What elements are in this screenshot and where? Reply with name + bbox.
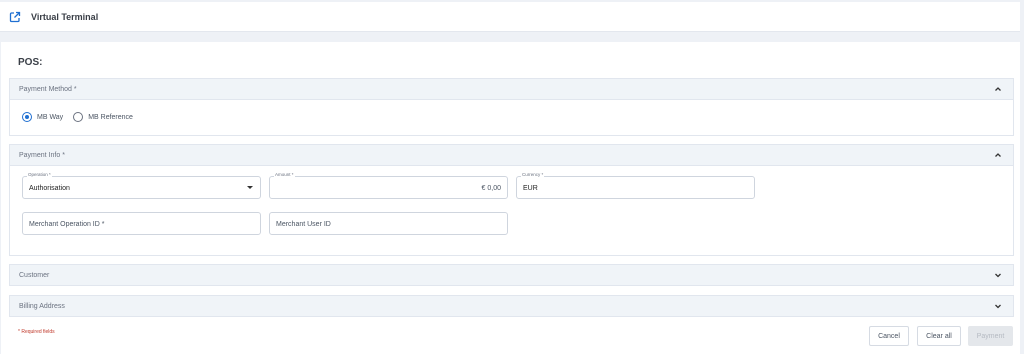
customer-label: Customer (19, 271, 50, 279)
amount-label: Amount * (274, 172, 295, 177)
radio-selected-icon[interactable] (22, 112, 32, 122)
radio-unselected-icon[interactable] (73, 112, 84, 122)
cancel-button[interactable]: Cancel (869, 326, 909, 346)
customer-header[interactable]: Customer (10, 265, 1013, 285)
amount-input[interactable]: Amount * € 0,00 (269, 172, 508, 199)
payment-info-section: Payment Info * Operation * Authorisation… (9, 144, 1014, 256)
billing-address-header[interactable]: Billing Address (10, 296, 1013, 316)
radio-mb-way[interactable]: MB Way (22, 112, 63, 122)
top-bar: Virtual Terminal (0, 2, 1020, 32)
billing-address-label: Billing Address (19, 302, 65, 310)
operation-value: Authorisation (29, 185, 70, 192)
operation-select[interactable]: Operation * Authorisation (22, 172, 261, 199)
payment-info-header[interactable]: Payment Info * (10, 145, 1013, 166)
clear-all-button[interactable]: Clear all (917, 326, 961, 346)
chevron-up-icon[interactable] (993, 84, 1003, 94)
required-fields-note: * Required fields (18, 329, 55, 335)
payment-method-section: Payment Method * MB Way MB Reference (9, 78, 1014, 136)
customer-section[interactable]: Customer (9, 264, 1014, 286)
dropdown-caret-icon[interactable] (247, 186, 253, 189)
pos-title: POS: (18, 57, 43, 68)
payment-method-header[interactable]: Payment Method * (10, 79, 1013, 100)
operation-label: Operation * (27, 172, 52, 177)
payment-method-options: MB Way MB Reference (10, 100, 1013, 134)
currency-label: Currency * (521, 172, 545, 177)
payment-button[interactable]: Payment (968, 326, 1013, 346)
amount-value: € 0,00 (481, 185, 501, 192)
merchant-user-id-input[interactable]: Merchant User ID (269, 212, 508, 235)
payment-method-label: Payment Method * (19, 85, 77, 93)
radio-mb-reference[interactable]: MB Reference (73, 112, 133, 122)
currency-field[interactable]: Currency * EUR (516, 172, 755, 199)
radio-label: MB Reference (88, 113, 133, 121)
chevron-down-icon[interactable] (993, 270, 1003, 280)
merchant-user-id-placeholder: Merchant User ID (276, 221, 331, 228)
merchant-operation-id-input[interactable]: Merchant Operation ID * (22, 212, 261, 235)
pos-card: POS: Payment Method * MB Way MB Referenc… (1, 42, 1020, 354)
payment-info-label: Payment Info * (19, 151, 65, 159)
chevron-up-icon[interactable] (993, 150, 1003, 160)
merchant-operation-id-placeholder: Merchant Operation ID * (29, 221, 105, 228)
external-link-icon[interactable] (9, 11, 21, 23)
radio-label: MB Way (37, 113, 64, 121)
page-header-title: Virtual Terminal (31, 11, 99, 22)
currency-value: EUR (523, 185, 538, 192)
chevron-down-icon[interactable] (993, 301, 1003, 311)
billing-address-section[interactable]: Billing Address (9, 295, 1014, 317)
